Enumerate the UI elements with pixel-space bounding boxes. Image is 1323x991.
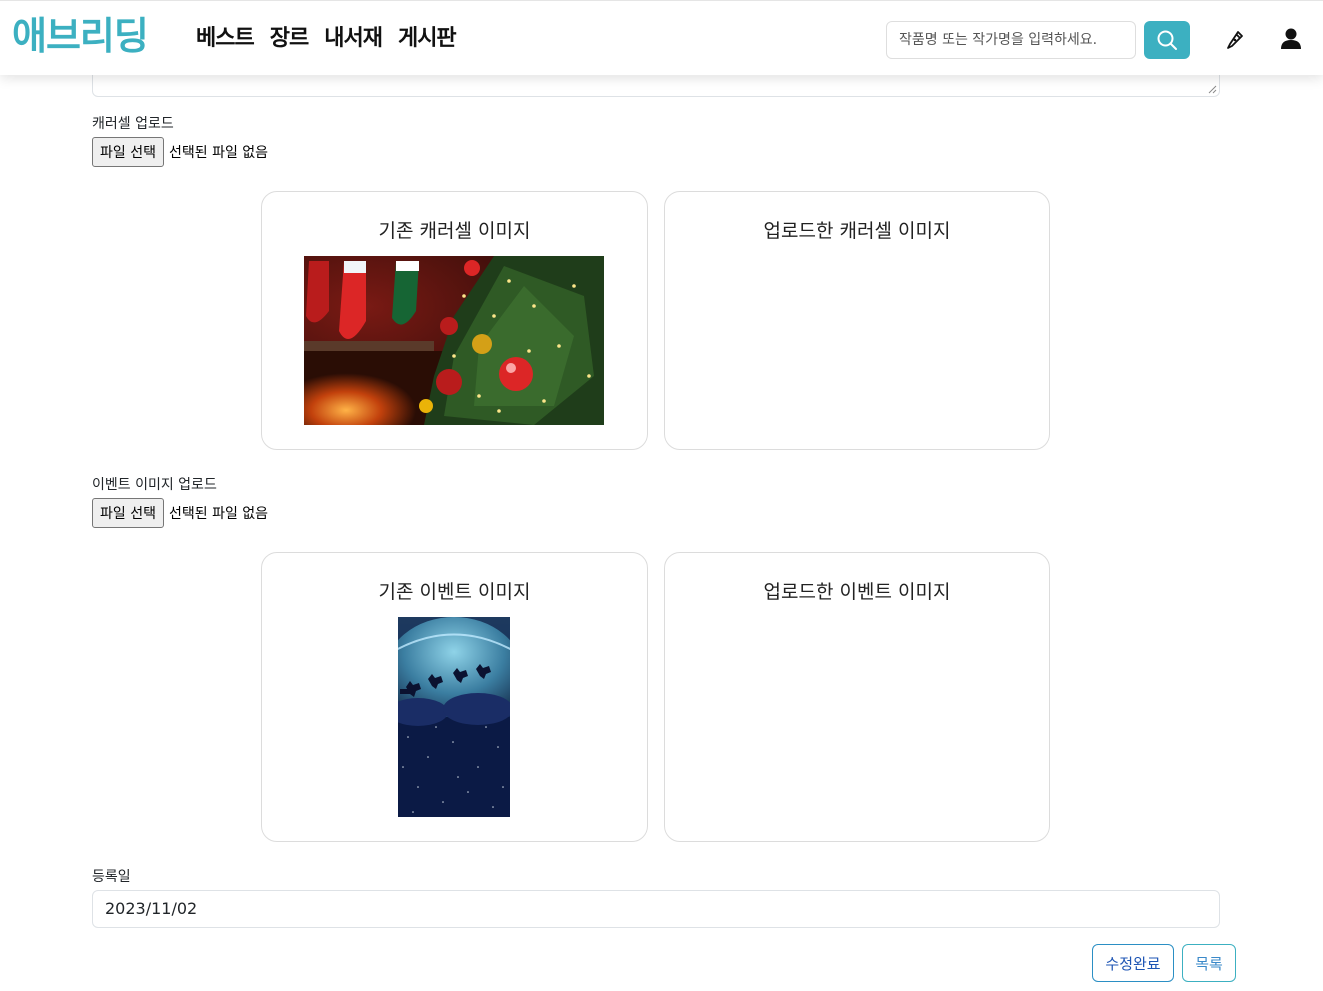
carousel-file-select-button[interactable]: 파일 선택 [92,137,164,167]
search-icon [1157,30,1177,50]
main-nav: 베스트 장르 내서재 게시판 [196,23,457,55]
carousel-upload-label: 캐러셀 업로드 [92,116,174,132]
existing-carousel-card: 기존 캐러셀 이미지 [261,191,648,450]
nav-item-library[interactable]: 내서재 [324,23,383,55]
nav-item-best[interactable]: 베스트 [196,23,255,55]
resize-grip-icon[interactable] [1208,85,1217,94]
existing-event-card: 기존 이벤트 이미지 [261,552,648,842]
carousel-file-input[interactable]: 파일 선택 선택된 파일 없음 [92,137,268,167]
site-header: 애브리딩 베스트 장르 내서재 게시판 [0,0,1323,75]
site-logo[interactable]: 애브리딩 [12,13,149,59]
existing-event-image [398,617,510,817]
user-icon[interactable] [1280,27,1302,51]
search-input[interactable] [886,21,1136,59]
registration-date-field[interactable]: 2023/11/02 [92,890,1220,928]
nav-item-genre[interactable]: 장르 [270,23,309,55]
event-file-status: 선택된 파일 없음 [168,506,269,522]
list-button[interactable]: 목록 [1182,944,1236,982]
event-file-input[interactable]: 파일 선택 선택된 파일 없음 [92,498,268,528]
existing-carousel-title: 기존 캐러셀 이미지 [378,220,531,242]
uploaded-event-card: 업로드한 이벤트 이미지 [664,552,1050,842]
uploaded-carousel-card: 업로드한 캐러셀 이미지 [664,191,1050,450]
uploaded-event-title: 업로드한 이벤트 이미지 [763,581,951,603]
nav-item-board[interactable]: 게시판 [398,23,457,55]
existing-carousel-image [304,256,604,425]
search-button[interactable] [1144,21,1190,59]
event-file-select-button[interactable]: 파일 선택 [92,498,164,528]
carousel-file-status: 선택된 파일 없음 [168,145,269,161]
event-upload-label: 이벤트 이미지 업로드 [92,477,217,493]
existing-event-title: 기존 이벤트 이미지 [378,581,531,603]
uploaded-carousel-title: 업로드한 캐러셀 이미지 [763,220,951,242]
registration-date-label: 등록일 [92,869,131,885]
complete-edit-button[interactable]: 수정완료 [1092,944,1174,982]
pen-icon[interactable] [1224,28,1246,50]
